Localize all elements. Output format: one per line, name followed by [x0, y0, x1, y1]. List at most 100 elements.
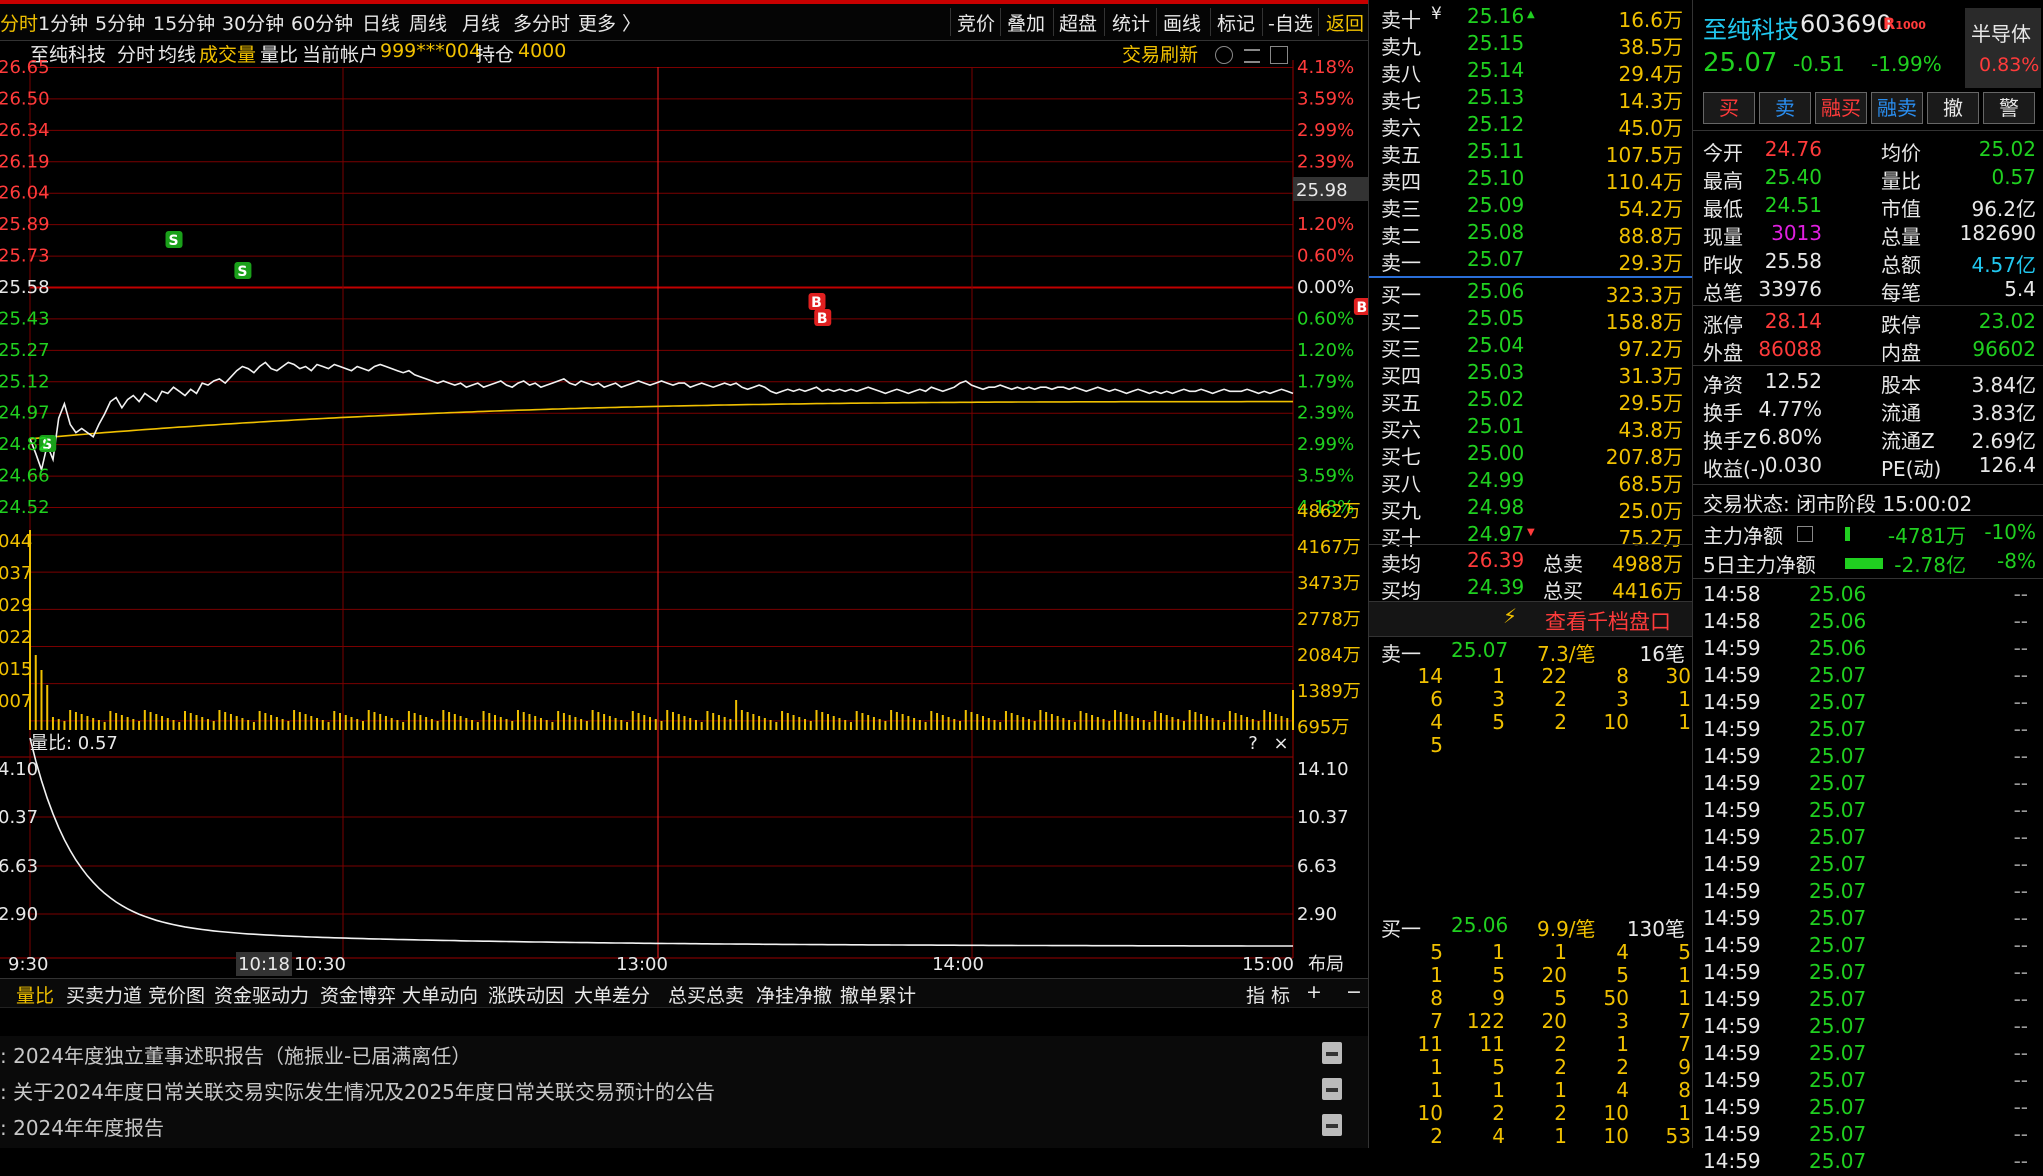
- tick-volume: --: [2013, 582, 2028, 606]
- news-title[interactable]: : 2024年度独立董事述职报告（施振业-已届满离任）: [0, 1040, 471, 1069]
- bid-row[interactable]: 买一 25.06 323.3万: [1369, 278, 1693, 307]
- volume-bar: [712, 713, 715, 730]
- ob-divider: [1369, 544, 1693, 545]
- bid-row[interactable]: 买六 25.01 43.8万: [1369, 413, 1693, 442]
- period-tab-10[interactable]: 更多 〉: [578, 9, 641, 36]
- bid-row[interactable]: 买七 25.00 207.8万: [1369, 440, 1693, 469]
- bid1-detail-row: 买一 25.06 9.9/笔 130笔: [1369, 912, 1693, 941]
- qiandang-button[interactable]: 查看千档盘口: [1545, 606, 1671, 636]
- bid-row[interactable]: 买二 25.05 158.8万: [1369, 305, 1693, 334]
- volume-bar: [206, 719, 209, 730]
- trade-button-1[interactable]: 卖: [1759, 92, 1811, 124]
- tool-button-1[interactable]: 叠加: [1007, 9, 1045, 36]
- indicator-tab-7[interactable]: 大单差分: [574, 981, 650, 1008]
- tool-button-4[interactable]: 画线: [1163, 9, 1201, 36]
- ask-row[interactable]: 卖五 25.11 107.5万: [1369, 138, 1693, 167]
- news-title[interactable]: : 2024年年度报告: [0, 1112, 164, 1141]
- pdf-icon[interactable]: [1322, 1042, 1342, 1064]
- intraday-chart[interactable]: SSSBBB 26.6526.5026.3426.1926.0425.8925.…: [0, 60, 1368, 980]
- indicator-tab-5[interactable]: 大单动向: [402, 981, 478, 1008]
- volume-bar: [1096, 717, 1099, 730]
- indicator-tab-9[interactable]: 净挂净撤: [756, 981, 832, 1008]
- ask-row[interactable]: 卖二 25.08 88.8万: [1369, 219, 1693, 248]
- ask-avg-row: 卖均 26.39 总卖 4988万: [1369, 547, 1693, 576]
- bid1-queue-row: 11 11 2 1 7: [1369, 1032, 1693, 1056]
- stat-label: 昨收: [1703, 253, 1743, 277]
- period-tab-7[interactable]: 周线: [409, 9, 447, 36]
- queue-qty: 4: [1492, 1124, 1505, 1148]
- volume-bar: [522, 712, 525, 730]
- tool-button-7[interactable]: 返回: [1326, 9, 1364, 36]
- zoom-out-button[interactable]: −: [1346, 981, 1362, 1003]
- sector-box[interactable]: 半导体 0.83%: [1965, 8, 2041, 88]
- trade-button-0[interactable]: 买: [1703, 92, 1755, 124]
- indicator-tab-4[interactable]: 资金博弈: [320, 981, 396, 1008]
- bid-row[interactable]: 买四 25.03 31.3万: [1369, 359, 1693, 388]
- indicator-tab-3[interactable]: 资金驱动力: [214, 981, 309, 1008]
- ask-row[interactable]: 卖四 25.10 110.4万: [1369, 165, 1693, 194]
- volume-bar: [356, 719, 359, 730]
- tick-price: 25.07: [1809, 1122, 1867, 1146]
- ask-row[interactable]: 卖三 25.09 54.2万: [1369, 192, 1693, 221]
- bid-row[interactable]: 买九 24.98 25.0万: [1369, 494, 1693, 523]
- period-tab-2[interactable]: 5分钟: [95, 9, 145, 36]
- trade-button-5[interactable]: 警: [1983, 92, 2035, 124]
- news-item[interactable]: : 2024年度独立董事述职报告（施振业-已届满离任）: [0, 1036, 1368, 1070]
- pct-right-label: 2.39%: [1297, 403, 1354, 424]
- news-item[interactable]: : 2024年年度报告: [0, 1108, 1368, 1142]
- stat-value: 23.02: [1978, 309, 2036, 333]
- ask-row[interactable]: 卖六 25.12 45.0万: [1369, 111, 1693, 140]
- tick-volume: --: [2013, 690, 2028, 714]
- trade-button-3[interactable]: 融卖: [1871, 92, 1923, 124]
- tool-button-3[interactable]: 统计: [1112, 9, 1150, 36]
- indicator-tab-1[interactable]: 买卖力道: [66, 981, 142, 1008]
- period-tab-0[interactable]: 分时: [0, 9, 38, 36]
- period-tab-5[interactable]: 60分钟: [291, 9, 353, 36]
- tool-button-0[interactable]: 竞价: [957, 9, 995, 36]
- bid-row[interactable]: 买五 25.02 29.5万: [1369, 386, 1693, 415]
- period-tab-4[interactable]: 30分钟: [222, 9, 284, 36]
- tick-time: 14:59: [1703, 933, 1761, 957]
- time-axis-label: 13:00: [616, 954, 668, 975]
- period-tab-9[interactable]: 多分时: [513, 9, 570, 36]
- ask-row[interactable]: 卖九 25.15 38.5万: [1369, 30, 1693, 59]
- tool-button-6[interactable]: -自选: [1268, 9, 1313, 36]
- stat-label: 最高: [1703, 169, 1743, 193]
- trade-button-2[interactable]: 融买: [1815, 92, 1867, 124]
- volume-bar: [126, 717, 129, 730]
- volume-bar: [1257, 721, 1260, 730]
- ask-avg-label: 卖均: [1381, 552, 1421, 576]
- volume-bar: [448, 712, 451, 730]
- stat-value: 5.4: [2004, 277, 2036, 301]
- trade-button-4[interactable]: 撤: [1927, 92, 1979, 124]
- ask-row[interactable]: 卖七 25.13 14.3万: [1369, 84, 1693, 113]
- news-item[interactable]: : 关于2024年度日常关联交易实际发生情况及2025年度日常关联交易预计的公告: [0, 1072, 1368, 1106]
- ask-row[interactable]: 卖八 25.14 29.4万: [1369, 57, 1693, 86]
- bid-row[interactable]: 买八 24.99 68.5万: [1369, 467, 1693, 496]
- indicator-button[interactable]: 指 标: [1246, 981, 1290, 1008]
- trade-mark-b: B: [808, 293, 826, 311]
- pdf-icon[interactable]: [1322, 1078, 1342, 1100]
- list-icon[interactable]: [1797, 526, 1813, 542]
- news-title[interactable]: : 关于2024年度日常关联交易实际发生情况及2025年度日常关联交易预计的公告: [0, 1076, 715, 1105]
- ask-row[interactable]: 卖十 25.16 16.6万 ¥ ▲: [1369, 3, 1693, 32]
- tool-button-2[interactable]: 超盘: [1059, 9, 1097, 36]
- indicator-tab-6[interactable]: 涨跌动因: [488, 981, 564, 1008]
- ask-row[interactable]: 卖一 25.07 29.3万: [1369, 246, 1693, 275]
- period-tab-6[interactable]: 日线: [362, 9, 400, 36]
- volume-bar: [1016, 715, 1019, 730]
- indicator-tab-10[interactable]: 撤单累计: [840, 981, 916, 1008]
- tool-button-5[interactable]: 标记: [1217, 9, 1255, 36]
- tick-price: 25.07: [1809, 852, 1867, 876]
- period-tab-8[interactable]: 月线: [462, 9, 500, 36]
- indicator-tab-8[interactable]: 总买总卖: [668, 981, 744, 1008]
- indicator-tab-0[interactable]: 量比: [16, 981, 54, 1008]
- bid-row[interactable]: 买三 25.04 97.2万: [1369, 332, 1693, 361]
- volume-bar: [63, 721, 66, 730]
- price-left-label: 25.89: [0, 214, 50, 235]
- pdf-icon[interactable]: [1322, 1114, 1342, 1136]
- zoom-in-button[interactable]: +: [1306, 981, 1322, 1003]
- indicator-tab-2[interactable]: 竞价图: [148, 981, 205, 1008]
- period-tab-1[interactable]: 1分钟: [38, 9, 88, 36]
- period-tab-3[interactable]: 15分钟: [153, 9, 215, 36]
